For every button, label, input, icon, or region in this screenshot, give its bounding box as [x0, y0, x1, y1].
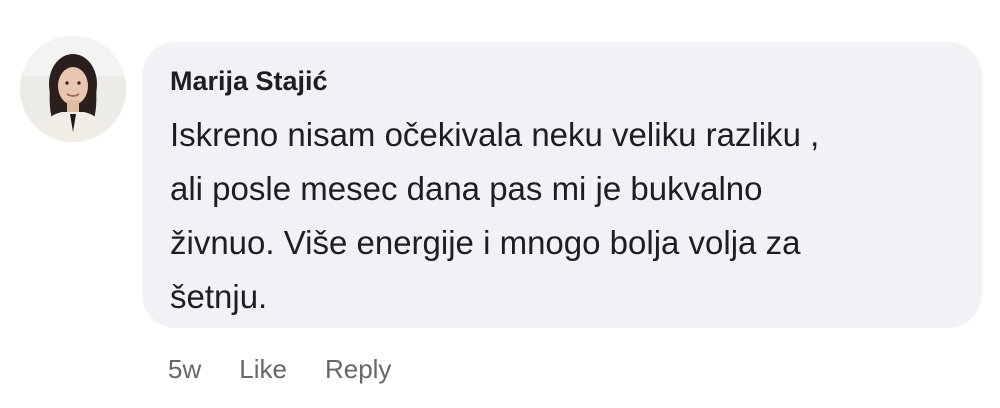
profile-photo-icon: [20, 36, 126, 142]
reply-button[interactable]: Reply: [325, 350, 391, 388]
comment-timestamp[interactable]: 5w: [168, 350, 201, 388]
comment: Marija Stajić Iskreno nisam očekivala ne…: [0, 0, 1000, 408]
comment-actions: 5w Like Reply: [168, 350, 391, 388]
comment-author[interactable]: Marija Stajić: [170, 64, 954, 98]
like-button[interactable]: Like: [239, 350, 287, 388]
avatar[interactable]: [20, 36, 126, 142]
comment-bubble: Marija Stajić Iskreno nisam očekivala ne…: [142, 42, 982, 328]
comment-text: Iskreno nisam očekivala neku veliku razl…: [170, 116, 820, 315]
